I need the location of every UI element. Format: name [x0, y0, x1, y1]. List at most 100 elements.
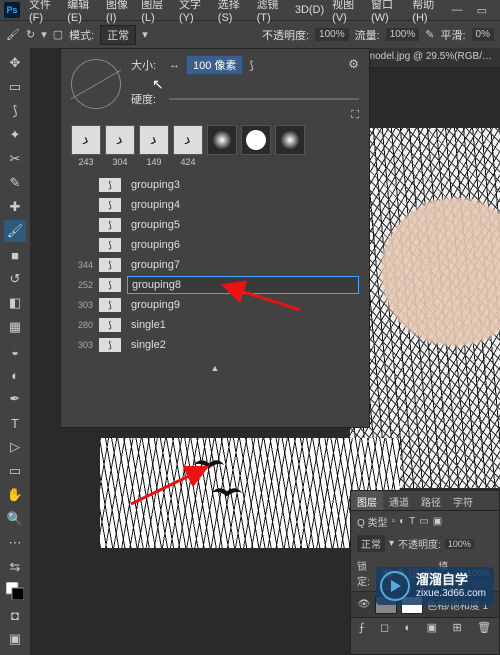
mode-dropdown-icon[interactable]: ▾: [142, 28, 148, 41]
group-thumb: ⟆: [99, 198, 121, 212]
tool-path[interactable]: ▷: [4, 436, 26, 458]
brush-group-item[interactable]: ⟆grouping3: [71, 175, 359, 195]
mode-select[interactable]: 正常: [100, 25, 136, 45]
group-icon[interactable]: ▣: [427, 621, 437, 634]
mask-icon[interactable]: ◻: [380, 621, 389, 634]
menu-select[interactable]: 选择(S): [215, 0, 252, 26]
canvas-image-face: [350, 128, 500, 488]
layer-kind-label: Q 类型: [357, 514, 388, 529]
size-input[interactable]: 100 像素: [186, 55, 243, 75]
filter-type-icon[interactable]: T: [409, 516, 415, 527]
tool-gradient[interactable]: ▦: [4, 316, 26, 338]
tool-move[interactable]: ✥: [4, 52, 26, 74]
blend-dropdown-icon[interactable]: ▾: [389, 538, 394, 549]
brush-angle-control[interactable]: [71, 59, 121, 109]
tool-pen[interactable]: ✒: [4, 388, 26, 410]
menu-layer[interactable]: 图层(L): [138, 0, 174, 26]
brush-group-item[interactable]: 303⟆grouping9: [71, 295, 359, 315]
brush-group-item[interactable]: 344⟆grouping7: [71, 255, 359, 275]
tool-text[interactable]: T: [4, 412, 26, 434]
preset-size-3: 424: [173, 157, 203, 167]
tab-paths[interactable]: 路径: [415, 491, 447, 510]
menu-filter[interactable]: 滤镜(T): [254, 0, 290, 26]
brush-preset-4[interactable]: [207, 125, 237, 155]
tool-blur[interactable]: ◒: [4, 340, 26, 362]
tab-character[interactable]: 字符: [447, 491, 479, 510]
tool-shape[interactable]: ▭: [4, 460, 26, 482]
tool-brush[interactable]: 🖌: [4, 220, 26, 242]
window-minimize-icon[interactable]: —: [449, 2, 466, 19]
flow-value[interactable]: 100%: [386, 28, 420, 41]
brush-swatch-icon[interactable]: ▢: [53, 28, 63, 41]
filter-shape-icon[interactable]: ▭: [419, 516, 428, 527]
brush-preset-0[interactable]: [71, 125, 101, 155]
group-name: grouping4: [127, 197, 359, 213]
tool-dodge[interactable]: ◐: [4, 364, 26, 386]
brush-preset-1[interactable]: [105, 125, 135, 155]
brush-group-list[interactable]: ⟆grouping3 ⟆ grouping4 ⟆grouping5⟆grouping6…: [61, 173, 369, 361]
adjustment-icon[interactable]: ◐: [405, 622, 412, 634]
tool-wand[interactable]: ✦: [4, 124, 26, 146]
tool-eraser[interactable]: ◧: [4, 292, 26, 314]
brush-group-item[interactable]: ⟆grouping5: [71, 215, 359, 235]
tool-stamp[interactable]: ■: [4, 244, 26, 266]
tool-color-swatches[interactable]: [4, 580, 26, 602]
brush-preset-2[interactable]: [139, 125, 169, 155]
new-layer-icon[interactable]: ⊞: [453, 621, 462, 634]
menu-image[interactable]: 图像(I): [103, 0, 136, 26]
brush-preset-dropdown-icon[interactable]: ▾: [41, 28, 47, 41]
brush-tool-icon[interactable]: 🖌: [6, 28, 20, 41]
tool-marquee[interactable]: ▭: [4, 76, 26, 98]
tool-swap-colors[interactable]: ⇆: [4, 556, 26, 578]
blend-mode-select[interactable]: 正常: [357, 535, 385, 552]
tool-healing[interactable]: ✚: [4, 196, 26, 218]
filter-smart-icon[interactable]: ▣: [433, 516, 442, 527]
window-restore-icon[interactable]: ▭: [474, 2, 490, 19]
panel-resize-handle[interactable]: ▲: [61, 361, 369, 373]
trash-icon[interactable]: 🗑: [477, 621, 491, 634]
menu-3d[interactable]: 3D(D): [292, 2, 327, 18]
brush-group-item[interactable]: 303⟆single2: [71, 335, 359, 355]
fx-icon[interactable]: ⨍: [359, 621, 365, 634]
brush-preset-row: [61, 119, 369, 157]
tool-hand[interactable]: ✋: [4, 484, 26, 506]
brush-group-item[interactable]: ⟆ grouping4: [71, 195, 359, 215]
rotate-icon[interactable]: ↻: [26, 28, 35, 41]
airbrush-icon[interactable]: ✎: [425, 28, 434, 41]
hardness-slider[interactable]: [169, 98, 359, 100]
size-link-icon[interactable]: ⟆: [249, 59, 253, 72]
menu-type[interactable]: 文字(Y): [176, 0, 213, 26]
tool-crop[interactable]: ✂: [4, 148, 26, 170]
brush-preset-6[interactable]: [275, 125, 305, 155]
tool-lasso[interactable]: ⟆: [4, 100, 26, 122]
menu-help[interactable]: 帮助(H): [409, 0, 446, 26]
filter-adjust-icon[interactable]: ◐: [399, 516, 405, 527]
brush-group-item[interactable]: 252⟆grouping8: [71, 275, 359, 295]
panel-expand-icon[interactable]: ⛶: [351, 109, 359, 122]
panel-gear-icon[interactable]: ⚙: [348, 57, 359, 71]
menu-window[interactable]: 窗口(W): [368, 0, 407, 26]
brush-group-item[interactable]: 280⟆single1: [71, 315, 359, 335]
layer-opacity-label: 不透明度:: [398, 536, 441, 551]
layer-opacity-value[interactable]: 100%: [445, 539, 474, 549]
menu-view[interactable]: 视图(V): [329, 0, 366, 26]
menu-file[interactable]: 文件(F): [26, 0, 62, 26]
menu-edit[interactable]: 编辑(E): [64, 0, 101, 26]
tool-history-brush[interactable]: ↺: [4, 268, 26, 290]
flip-x-icon[interactable]: ↔: [169, 59, 180, 71]
layer-visibility-icon[interactable]: 👁: [357, 599, 371, 610]
tool-quickmask[interactable]: ◘: [4, 604, 26, 626]
brush-preset-5[interactable]: [241, 125, 271, 155]
brush-preset-3[interactable]: [173, 125, 203, 155]
smooth-value[interactable]: 0%: [472, 28, 494, 41]
tab-layers[interactable]: 图层: [351, 491, 383, 510]
tool-screenmode[interactable]: ▣: [4, 628, 26, 650]
group-size: 280: [71, 320, 93, 330]
filter-pixel-icon[interactable]: ▫: [392, 516, 396, 527]
tool-eyedropper[interactable]: ✎: [4, 172, 26, 194]
tool-more[interactable]: ⋯: [4, 532, 26, 554]
tool-zoom[interactable]: 🔍: [4, 508, 26, 530]
tab-channels[interactable]: 通道: [383, 491, 415, 510]
opacity-value[interactable]: 100%: [315, 28, 349, 41]
brush-group-item[interactable]: ⟆grouping6: [71, 235, 359, 255]
